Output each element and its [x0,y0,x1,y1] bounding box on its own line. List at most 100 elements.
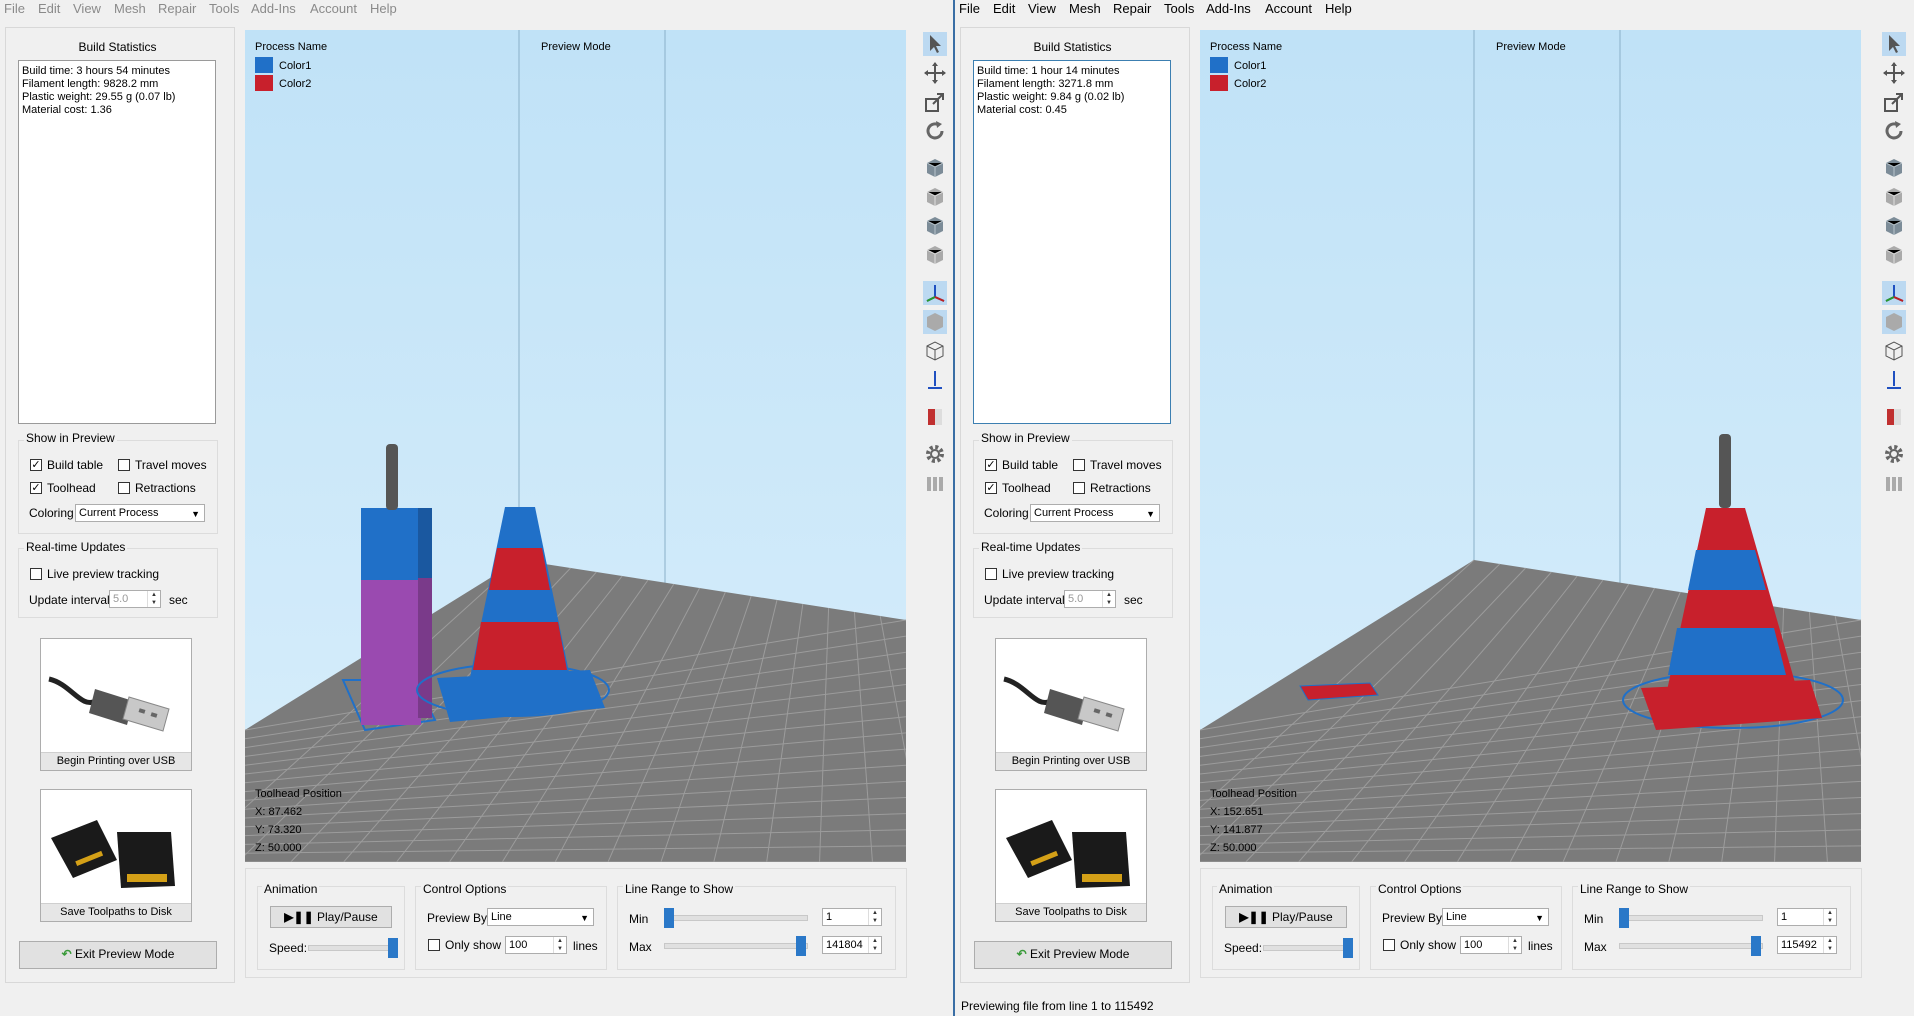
view-front-icon[interactable] [1882,185,1906,209]
min-slider[interactable] [664,915,808,921]
build-statistics-box[interactable]: Build time: 1 hour 14 minutes Filament l… [973,60,1171,424]
move-icon[interactable] [1882,61,1906,85]
spin-arrows-icon[interactable]: ▲ ▼ [1823,937,1836,953]
select-arrow-icon[interactable] [1882,32,1906,56]
max-input[interactable]: 141804 ▲ ▼ [822,936,882,954]
speed-slider-handle[interactable] [1343,938,1353,958]
max-slider-handle[interactable] [1751,936,1761,956]
only-show-checkbox[interactable] [428,939,440,951]
toolhead-view-icon[interactable] [1882,368,1906,392]
rotate-icon[interactable] [923,119,947,143]
menu-file[interactable]: File [959,1,980,16]
play-pause-button[interactable]: ▶❚❚ Play/Pause [270,906,392,928]
play-pause-button[interactable]: ▶❚❚ Play/Pause [1225,906,1347,928]
speed-slider[interactable] [1263,945,1349,951]
only-show-input[interactable]: 100 ▲ ▼ [505,936,567,954]
rotate-icon[interactable] [1882,119,1906,143]
menu-tools[interactable]: Tools [1164,1,1194,16]
toolhead-view-icon[interactable] [923,368,947,392]
spin-arrows-icon[interactable]: ▲ ▼ [1102,591,1115,607]
begin-printing-usb-button[interactable]: Begin Printing over USB [40,638,192,771]
select-arrow-icon[interactable] [923,32,947,56]
scale-icon[interactable] [923,90,947,114]
menu-view[interactable]: View [1028,1,1056,16]
toolhead-checkbox[interactable]: ✓ [985,482,997,494]
view-iso-icon[interactable] [923,156,947,180]
update-interval-input[interactable]: 5.0 ▲ ▼ [1064,590,1116,608]
spin-arrows-icon[interactable]: ▲ ▼ [868,909,881,925]
move-icon[interactable] [923,61,947,85]
min-input[interactable]: 1 ▲ ▼ [1777,908,1837,926]
only-show-checkbox[interactable] [1383,939,1395,951]
speed-slider-handle[interactable] [388,938,398,958]
live-preview-checkbox[interactable] [30,568,42,580]
spin-arrows-icon[interactable]: ▲ ▼ [147,591,160,607]
preview-by-select[interactable]: Line ▼ [487,908,594,926]
menu-mesh[interactable]: Mesh [114,1,146,16]
library-icon[interactable] [923,471,947,495]
min-input[interactable]: 1 ▲ ▼ [822,908,882,926]
menu-edit[interactable]: Edit [993,1,1015,16]
section-view-icon[interactable] [1882,405,1906,429]
build-statistics-box[interactable]: Build time: 3 hours 54 minutes Filament … [18,60,216,424]
view-iso-icon[interactable] [1882,156,1906,180]
travel-moves-checkbox[interactable] [118,459,130,471]
speed-slider[interactable] [308,945,394,951]
preview-viewport[interactable]: Process Name Preview Mode Color1 Color2 … [245,30,906,862]
menu-add-ins[interactable]: Add-Ins [1206,1,1251,16]
library-icon[interactable] [1882,471,1906,495]
gear-icon[interactable] [923,442,947,466]
axes-icon[interactable] [1882,281,1906,305]
menu-repair[interactable]: Repair [158,1,196,16]
save-toolpaths-button[interactable]: Save Toolpaths to Disk [995,789,1147,922]
menu-add-ins[interactable]: Add-Ins [251,1,296,16]
menu-file[interactable]: File [4,1,25,16]
menu-tools[interactable]: Tools [209,1,239,16]
menu-account[interactable]: Account [310,1,357,16]
scale-icon[interactable] [1882,90,1906,114]
retractions-checkbox[interactable] [118,482,130,494]
spin-arrows-icon[interactable]: ▲ ▼ [1508,937,1521,953]
menu-edit[interactable]: Edit [38,1,60,16]
preview-viewport[interactable]: Process Name Preview Mode Color1 Color2 … [1200,30,1861,862]
menu-help[interactable]: Help [370,1,397,16]
menu-repair[interactable]: Repair [1113,1,1151,16]
spin-arrows-icon[interactable]: ▲ ▼ [1823,909,1836,925]
section-view-icon[interactable] [923,405,947,429]
view-top-icon[interactable] [923,214,947,238]
toolhead-checkbox[interactable]: ✓ [30,482,42,494]
wireframe-icon[interactable] [923,339,947,363]
gear-icon[interactable] [1882,442,1906,466]
view-top-icon[interactable] [1882,214,1906,238]
spin-arrows-icon[interactable]: ▲ ▼ [868,937,881,953]
only-show-input[interactable]: 100 ▲ ▼ [1460,936,1522,954]
exit-preview-button[interactable]: ↶ Exit Preview Mode [19,941,217,969]
max-input[interactable]: 115492 ▲ ▼ [1777,936,1837,954]
max-slider-handle[interactable] [796,936,806,956]
travel-moves-checkbox[interactable] [1073,459,1085,471]
view-side-icon[interactable] [923,243,947,267]
live-preview-checkbox[interactable] [985,568,997,580]
menu-view[interactable]: View [73,1,101,16]
max-slider[interactable] [1619,943,1763,949]
menu-mesh[interactable]: Mesh [1069,1,1101,16]
save-toolpaths-button[interactable]: Save Toolpaths to Disk [40,789,192,922]
axes-icon[interactable] [923,281,947,305]
exit-preview-button[interactable]: ↶ Exit Preview Mode [974,941,1172,969]
coloring-select[interactable]: Current Process ▼ [75,504,205,522]
update-interval-input[interactable]: 5.0 ▲ ▼ [109,590,161,608]
build-table-checkbox[interactable]: ✓ [985,459,997,471]
max-slider[interactable] [664,943,808,949]
wireframe-icon[interactable] [1882,339,1906,363]
begin-printing-usb-button[interactable]: Begin Printing over USB [995,638,1147,771]
menu-account[interactable]: Account [1265,1,1312,16]
min-slider-handle[interactable] [1619,908,1629,928]
min-slider[interactable] [1619,915,1763,921]
solid-view-icon[interactable] [1882,310,1906,334]
build-table-checkbox[interactable]: ✓ [30,459,42,471]
min-slider-handle[interactable] [664,908,674,928]
menu-help[interactable]: Help [1325,1,1352,16]
view-side-icon[interactable] [1882,243,1906,267]
solid-view-icon[interactable] [923,310,947,334]
retractions-checkbox[interactable] [1073,482,1085,494]
